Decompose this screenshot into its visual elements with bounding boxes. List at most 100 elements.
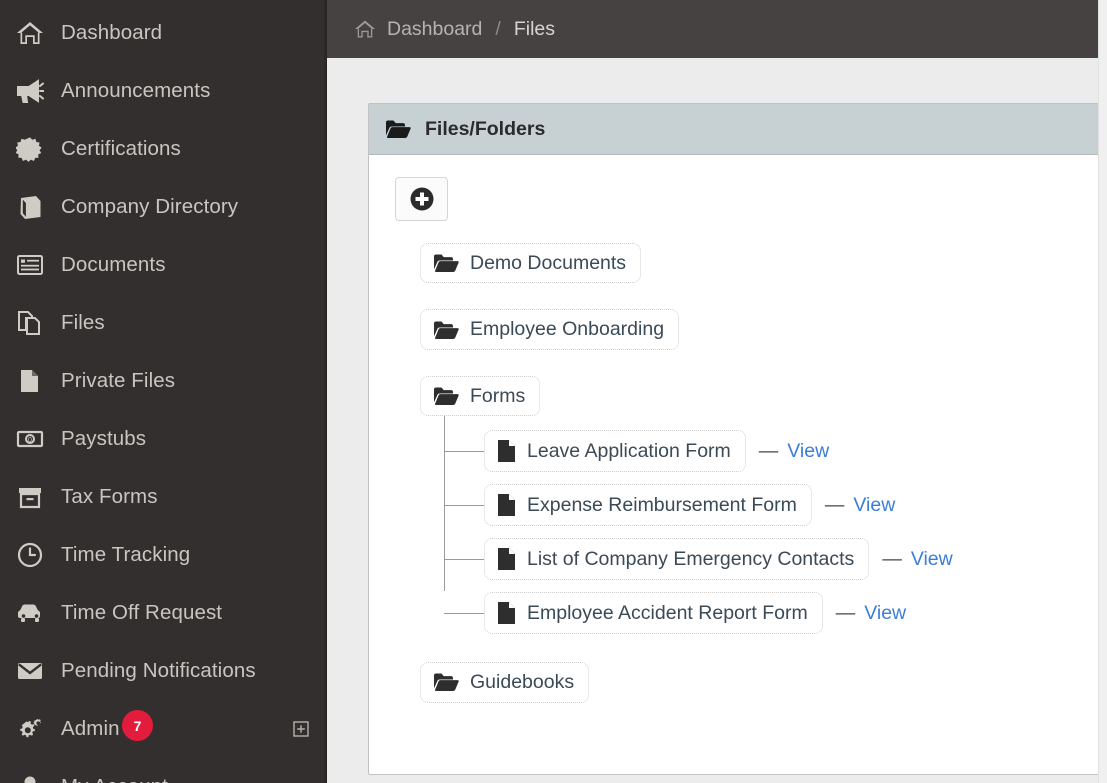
- breadcrumb-separator: /: [495, 17, 501, 40]
- sidebar-item-label: Time Off Request: [61, 601, 223, 624]
- address-book-icon: [16, 194, 56, 220]
- archive-box-icon: [16, 484, 56, 510]
- file-separator-dash: —: [758, 439, 779, 462]
- sidebar-item-announcements[interactable]: Announcements: [0, 62, 327, 120]
- view-link[interactable]: View: [787, 440, 829, 463]
- breadcrumb-dashboard-link[interactable]: Dashboard: [387, 18, 482, 41]
- file-icon: [497, 547, 516, 571]
- sidebar-item-files[interactable]: Files: [0, 294, 327, 352]
- vertical-scrollbar[interactable]: [1098, 0, 1107, 783]
- folder-label: Employee Onboarding: [470, 318, 665, 341]
- sidebar-item-my-account[interactable]: My Account: [0, 758, 327, 783]
- sidebar-item-label: My Account: [56, 775, 168, 783]
- home-icon: [16, 20, 56, 46]
- sidebar-item-certifications[interactable]: Certifications: [0, 120, 327, 178]
- sidebar: Dashboard Announcements Certifications C…: [0, 0, 327, 783]
- sidebar-item-label: Announcements: [61, 79, 211, 102]
- tree-connector-horizontal: [444, 505, 484, 507]
- home-icon: [354, 19, 376, 39]
- files-folders-panel: Files/Folders Demo Documents Employee On…: [368, 103, 1102, 775]
- tree-folder-node: Employee Onboarding: [420, 309, 1101, 350]
- folder-button[interactable]: Guidebooks: [420, 662, 590, 703]
- file-label: List of Company Emergency Contacts: [527, 548, 855, 571]
- sidebar-item-time-off-request[interactable]: Time Off Request: [0, 584, 327, 642]
- breadcrumb-bar: Dashboard / Files: [327, 0, 1107, 58]
- tree-folder-node: Demo Documents: [420, 243, 1101, 284]
- sidebar-item-label: Paystubs: [61, 427, 147, 450]
- file-separator-dash: —: [882, 547, 902, 570]
- folder-button[interactable]: Employee Onboarding: [420, 309, 680, 350]
- plus-circle-icon: [409, 186, 435, 212]
- open-folder-icon: [433, 253, 459, 273]
- folder-label: Demo Documents: [470, 252, 627, 274]
- sidebar-item-pending-notifications[interactable]: Pending Notifications: [0, 642, 327, 700]
- sidebar-item-label: Dashboard: [61, 21, 163, 44]
- plus-square-icon[interactable]: [293, 721, 309, 737]
- view-link[interactable]: View: [853, 494, 895, 517]
- file-separator-dash: —: [824, 493, 845, 516]
- cogs-icon: [16, 716, 56, 742]
- tree-connector-horizontal: [444, 451, 484, 453]
- folder-label: Forms: [470, 384, 526, 407]
- money-bill-icon: 0: [16, 426, 56, 452]
- file-icon: [497, 493, 516, 517]
- envelope-icon: [16, 658, 56, 684]
- sidebar-item-label: Files: [61, 311, 105, 334]
- file-separator-dash: —: [835, 601, 856, 624]
- sidebar-item-private-files[interactable]: Private Files: [0, 352, 327, 410]
- view-link[interactable]: View: [864, 602, 906, 625]
- view-link[interactable]: View: [911, 548, 953, 571]
- sidebar-item-admin[interactable]: Admin 7: [0, 700, 327, 758]
- panel-body: Demo Documents Employee Onboarding Forms…: [369, 155, 1101, 774]
- sidebar-item-documents[interactable]: Documents: [0, 236, 327, 294]
- open-folder-icon: [433, 672, 459, 692]
- open-folder-icon: [433, 386, 459, 406]
- certificate-badge-icon: [16, 136, 56, 162]
- main-content: Dashboard / Files Files/Folders Demo Doc…: [327, 0, 1107, 783]
- breadcrumb-current: Files: [513, 17, 555, 40]
- sidebar-item-time-tracking[interactable]: Time Tracking: [0, 526, 327, 584]
- open-folder-icon: [385, 119, 411, 139]
- tree-connector-horizontal: [444, 613, 484, 615]
- sidebar-item-label: Private Files: [61, 369, 176, 392]
- add-button[interactable]: [395, 177, 448, 221]
- sidebar-item-label: Pending Notifications: [61, 659, 256, 682]
- clock-icon: [16, 542, 56, 568]
- sidebar-item-label: Time Tracking: [61, 543, 191, 566]
- sidebar-item-dashboard[interactable]: Dashboard: [0, 4, 327, 62]
- panel-header: Files/Folders: [369, 104, 1101, 155]
- file-label: Expense Reimbursement Form: [527, 494, 797, 517]
- copy-files-icon: [16, 310, 56, 336]
- sidebar-item-label: Documents: [61, 253, 166, 276]
- megaphone-icon: [16, 78, 56, 104]
- sidebar-item-paystubs[interactable]: 0 Paystubs: [0, 410, 327, 468]
- sidebar-item-company-directory[interactable]: Company Directory: [0, 178, 327, 236]
- folder-button[interactable]: Demo Documents: [420, 243, 642, 284]
- file-button[interactable]: Leave Application Form: [484, 430, 746, 473]
- tree-file-row: Expense Reimbursement Form — View: [444, 478, 1101, 532]
- open-folder-icon: [433, 320, 459, 340]
- sidebar-item-label: Tax Forms: [61, 485, 158, 508]
- sidebar-item-tax-forms[interactable]: Tax Forms: [0, 468, 327, 526]
- sidebar-item-label: Certifications: [61, 137, 181, 160]
- panel-title: Files/Folders: [425, 117, 546, 140]
- list-document-icon: [16, 252, 56, 278]
- folder-button[interactable]: Forms: [420, 375, 541, 417]
- file-tree: Demo Documents Employee Onboarding Forms…: [393, 243, 1101, 703]
- tree-folder-node: Guidebooks: [420, 662, 1101, 703]
- admin-badge-count: 7: [122, 710, 153, 741]
- file-icon: [497, 601, 516, 625]
- tree-connector-horizontal: [444, 559, 484, 561]
- user-icon: [16, 774, 56, 783]
- page-body: Files/Folders Demo Documents Employee On…: [327, 58, 1107, 783]
- tree-file-row: Employee Accident Report Form — View: [444, 586, 1101, 640]
- file-button[interactable]: List of Company Emergency Contacts: [484, 538, 870, 581]
- file-button[interactable]: Employee Accident Report Form: [484, 592, 823, 635]
- svg-text:0: 0: [28, 437, 32, 444]
- folder-children: Leave Application Form — View Expense Re…: [444, 416, 1101, 640]
- file-label: Employee Accident Report Form: [527, 602, 808, 625]
- sidebar-item-label: Company Directory: [61, 195, 239, 218]
- folder-label: Guidebooks: [470, 671, 575, 694]
- file-button[interactable]: Expense Reimbursement Form: [484, 484, 812, 527]
- car-icon: [16, 600, 56, 626]
